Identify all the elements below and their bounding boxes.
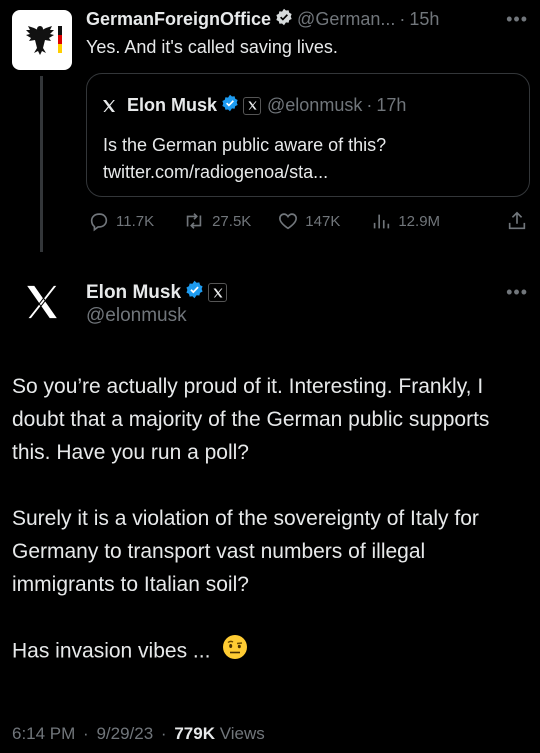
separator-dot: ·	[83, 724, 89, 743]
main-tweet-header: Elon Musk @elonmusk •••	[0, 272, 540, 332]
german-foreign-office-avatar[interactable]	[12, 10, 72, 70]
main-author-line: Elon Musk	[86, 280, 228, 305]
reply-button[interactable]: 11.7K	[88, 210, 154, 232]
reply-count: 11.7K	[116, 212, 155, 230]
more-options-icon[interactable]: •••	[506, 9, 528, 30]
views-button[interactable]: 12.9M	[370, 210, 440, 232]
more-options-icon[interactable]: •••	[506, 282, 528, 303]
quoted-tweet[interactable]: Elon Musk @elonmusk · 17h Is the German …	[86, 73, 530, 197]
tweet-time[interactable]: 15h	[409, 9, 439, 30]
reply-text: Yes. And it's called saving lives.	[86, 37, 338, 57]
share-button[interactable]	[506, 210, 528, 232]
action-bar: 11.7K 27.5K 147K 12.9M	[86, 207, 530, 235]
x-logo-icon	[101, 98, 117, 114]
analytics-icon	[374, 214, 390, 229]
tweet-paragraph-last: Has invasion vibes ...	[12, 634, 532, 670]
quote-text-line: Is the German public aware of this?	[103, 135, 387, 155]
like-count: 147K	[305, 212, 341, 230]
verified-badge-icon	[185, 280, 204, 305]
x-affiliate-badge-icon	[208, 283, 228, 302]
author-handle[interactable]: @elonmusk	[86, 305, 187, 327]
heart-icon	[279, 213, 298, 230]
face-with-raised-eyebrow-emoji-icon	[222, 634, 248, 670]
tweet-time[interactable]: 6:14 PM	[12, 724, 75, 743]
thread-connector-line	[40, 76, 43, 252]
tweet-views-count[interactable]: 779K	[174, 724, 215, 743]
quote-link[interactable]: twitter.com/radiogenoa/sta...	[103, 159, 386, 186]
x-affiliate-badge-icon	[243, 96, 262, 115]
tweet-metadata: 6:14 PM · 9/29/23 · 779K Views	[12, 724, 265, 744]
verified-badge-icon	[221, 94, 239, 117]
reply-bubble-icon	[90, 213, 108, 232]
tweet-views-label: Views	[219, 724, 265, 743]
quote-text: Is the German public aware of this? twit…	[103, 132, 386, 186]
quote-header: Elon Musk @elonmusk · 17h	[101, 94, 406, 117]
separator-dot: ·	[399, 9, 406, 29]
tweet-date[interactable]: 9/29/23	[96, 724, 153, 743]
verified-gold-badge-icon	[275, 8, 293, 31]
retweet-count: 27.5K	[212, 212, 252, 230]
tweet-paragraph: Surely it is a violation of the sovereig…	[12, 507, 479, 596]
retweet-icon	[186, 213, 202, 229]
reply-header: GermanForeignOffice @German... · 15h	[86, 8, 526, 31]
like-button[interactable]: 147K	[277, 210, 340, 232]
elon-musk-avatar[interactable]	[20, 280, 64, 324]
separator-dot: ·	[160, 724, 167, 743]
federal-eagle-icon	[26, 26, 62, 55]
author-name[interactable]: Elon Musk	[86, 282, 181, 304]
main-tweet-text: So you’re actually proud of it. Interest…	[12, 370, 532, 670]
tweet-paragraph: So you’re actually proud of it. Interest…	[12, 375, 490, 464]
reply-tweet[interactable]: GermanForeignOffice @German... · 15h •••…	[0, 0, 540, 252]
quote-author-name[interactable]: Elon Musk	[127, 95, 217, 116]
author-handle[interactable]: @German...	[297, 9, 395, 30]
retweet-button[interactable]: 27.5K	[182, 210, 251, 232]
x-logo-icon	[25, 284, 59, 320]
separator-dot: ·	[366, 95, 373, 115]
author-name[interactable]: GermanForeignOffice	[86, 9, 271, 30]
quote-author-handle[interactable]: @elonmusk	[267, 95, 362, 116]
tweet-paragraph: Has invasion vibes ...	[12, 639, 211, 663]
views-count: 12.9M	[398, 212, 441, 230]
share-icon	[508, 211, 526, 230]
quote-time[interactable]: 17h	[376, 95, 406, 116]
